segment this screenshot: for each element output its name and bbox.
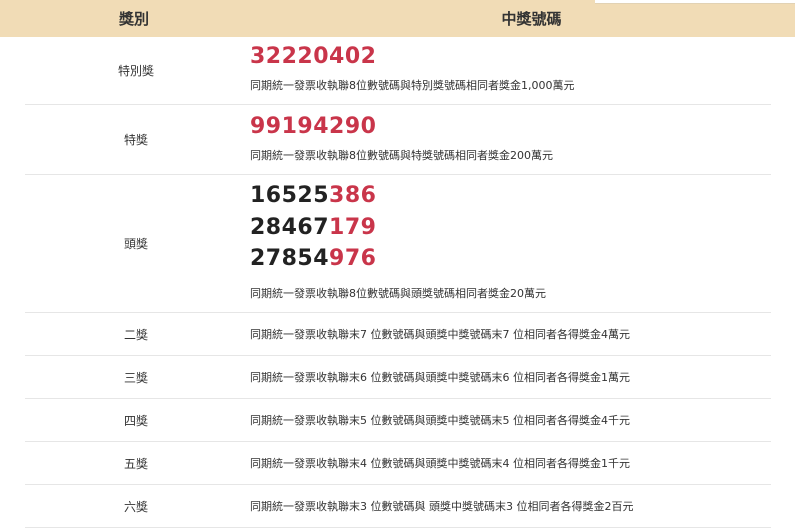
prize-description-fourth: 同期統一發票收執聯末5 位數號碼與頭獎中獎號碼末5 位相同者各得獎金4千元 <box>250 414 630 427</box>
table-row-special-prize: 特別獎 32220402 同期統一發票收執聯8位數號碼與特別獎號碼相同者獎金1,… <box>25 37 771 105</box>
prize-name-special: 特別獎 <box>117 64 154 78</box>
header-prize-column: 獎別 <box>118 10 149 28</box>
winning-number-first-2: 28467179 <box>250 215 376 241</box>
prize-description-fifth: 同期統一發票收執聯末4 位數號碼與頭獎中獎號碼末4 位相同者各得獎金1千元 <box>250 457 630 470</box>
prize-description-third: 同期統一發票收執聯末6 位數號碼與頭獎中獎號碼末6 位相同者各得獎金1萬元 <box>250 371 630 384</box>
prize-name-second: 二獎 <box>123 327 148 342</box>
prize-content-fourth: 同期統一發票收執聯末5 位數號碼與頭獎中獎號碼末5 位相同者各得獎金4千元 <box>250 399 771 441</box>
table-header: 獎別 中獎號碼 <box>0 0 795 37</box>
number-prefix: 27854 <box>250 246 330 271</box>
prize-name-fourth: 四獎 <box>123 413 148 428</box>
table-row-sixth-prize: 六獎 同期統一發票收執聯末3 位數號碼與 頭獎中獎號碼末3 位相同者各得獎金2百… <box>25 485 771 528</box>
winning-number-grand: 99194290 <box>250 114 376 140</box>
prize-name-first: 頭獎 <box>123 237 148 251</box>
winning-number-first-1: 16525386 <box>250 183 376 209</box>
prize-content-second: 同期統一發票收執聯末7 位數號碼與頭獎中獎號碼末7 位相同者各得獎金4萬元 <box>250 313 771 355</box>
number-suffix: 976 <box>329 246 377 271</box>
prize-description-sixth: 同期統一發票收執聯末3 位數號碼與 頭獎中獎號碼末3 位相同者各得獎金2百元 <box>250 500 634 513</box>
number-suffix: 179 <box>329 215 377 240</box>
header-corner-tab <box>595 0 795 4</box>
table-row-third-prize: 三獎 同期統一發票收執聯末6 位數號碼與頭獎中獎號碼末6 位相同者各得獎金1萬元 <box>25 356 771 399</box>
prize-description-first: 同期統一發票收執聯8位數號碼與頭獎號碼相同者獎金20萬元 <box>250 287 546 300</box>
number-suffix: 386 <box>329 183 377 208</box>
prize-name-third: 三獎 <box>123 370 148 385</box>
prize-content-first: 16525386 28467179 27854976 同期統一發票收執聯8位數號… <box>250 175 771 312</box>
header-numbers-column: 中獎號碼 <box>501 10 562 28</box>
prize-content-fifth: 同期統一發票收執聯末4 位數號碼與頭獎中獎號碼末4 位相同者各得獎金1千元 <box>250 442 771 484</box>
table-row-fourth-prize: 四獎 同期統一發票收執聯末5 位數號碼與頭獎中獎號碼末5 位相同者各得獎金4千元 <box>25 399 771 442</box>
prize-content-special: 32220402 同期統一發票收執聯8位數號碼與特別獎號碼相同者獎金1,000萬… <box>250 37 771 104</box>
number-prefix: 28467 <box>250 215 330 240</box>
winning-number-digits: 99194290 <box>250 114 377 139</box>
winning-number-first-3: 27854976 <box>250 246 376 272</box>
prize-description-special: 同期統一發票收執聯8位數號碼與特別獎號碼相同者獎金1,000萬元 <box>250 79 575 92</box>
table-row-grand-prize: 特獎 99194290 同期統一發票收執聯8位數號碼與特獎號碼相同者獎金200萬… <box>25 105 771 175</box>
table-row-first-prize: 頭獎 16525386 28467179 27854976 同期統一發票收執聯8… <box>25 175 771 313</box>
winning-number-digits: 32220402 <box>250 44 377 69</box>
table-row-fifth-prize: 五獎 同期統一發票收執聯末4 位數號碼與頭獎中獎號碼末4 位相同者各得獎金1千元 <box>25 442 771 485</box>
winning-number-special: 32220402 <box>250 44 376 70</box>
prize-name-grand: 特獎 <box>123 133 148 147</box>
prize-name-fifth: 五獎 <box>123 456 148 471</box>
number-prefix: 16525 <box>250 183 330 208</box>
prize-description-grand: 同期統一發票收執聯8位數號碼與特獎號碼相同者獎金200萬元 <box>250 149 553 162</box>
lottery-results-page: 獎別 中獎號碼 特別獎 32220402 同期統一發票收執聯8位數號碼與特別獎號… <box>0 0 795 530</box>
prize-content-grand: 99194290 同期統一發票收執聯8位數號碼與特獎號碼相同者獎金200萬元 <box>250 105 771 174</box>
prize-content-sixth: 同期統一發票收執聯末3 位數號碼與 頭獎中獎號碼末3 位相同者各得獎金2百元 <box>250 485 771 527</box>
table-row-second-prize: 二獎 同期統一發票收執聯末7 位數號碼與頭獎中獎號碼末7 位相同者各得獎金4萬元 <box>25 313 771 356</box>
prize-name-sixth: 六獎 <box>123 499 148 514</box>
prize-description-second: 同期統一發票收執聯末7 位數號碼與頭獎中獎號碼末7 位相同者各得獎金4萬元 <box>250 328 630 341</box>
prize-content-third: 同期統一發票收執聯末6 位數號碼與頭獎中獎號碼末6 位相同者各得獎金1萬元 <box>250 356 771 398</box>
